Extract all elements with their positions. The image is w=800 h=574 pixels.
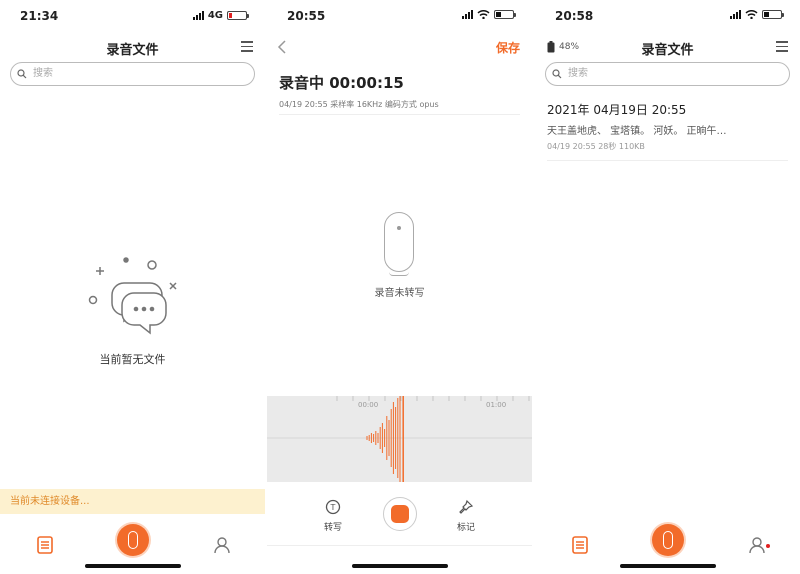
menu-icon[interactable] [776, 41, 788, 52]
profile-tab-icon[interactable] [748, 536, 766, 554]
signal-icon [192, 11, 204, 20]
file-meta: 04/19 20:55 28秒 110KB [547, 142, 645, 151]
svg-text:T: T [330, 503, 336, 512]
back-icon[interactable] [277, 40, 287, 54]
pin-icon [459, 499, 474, 514]
page-title: 录音文件 [106, 43, 159, 58]
page-title: 录音文件 [641, 43, 694, 58]
device-disconnected-banner[interactable]: 当前未连接设备... [0, 489, 265, 514]
status-bar: 20:55 [267, 8, 532, 26]
status-time: 20:58 [555, 9, 594, 23]
status-bar: 20:58 [535, 8, 800, 26]
home-indicator [619, 564, 716, 568]
record-tab-button[interactable] [651, 524, 684, 556]
file-title: 2021年 04月19日 20:55 [547, 103, 687, 117]
timeline-label-end: 01:00 [486, 401, 507, 409]
mark-button[interactable]: 标记 [451, 499, 481, 533]
transcription-status: 录音未转写 [374, 288, 425, 299]
profile-tab-icon[interactable] [213, 536, 231, 554]
home-indicator [84, 564, 181, 568]
recording-title: 录音中 00:00:15 [279, 74, 404, 92]
status-time: 21:34 [20, 9, 59, 23]
stop-icon [390, 505, 409, 523]
divider [279, 114, 520, 115]
recording-meta: 04/19 20:55 采样率 16KHz 编码方式 opus [279, 100, 439, 109]
nav-bar: 录音文件 [535, 36, 800, 58]
search-icon [17, 69, 27, 79]
battery-icon [227, 11, 249, 20]
mic-icon [662, 531, 673, 549]
nav-bar: 录音文件 [0, 36, 265, 58]
screen-empty-files: 21:34 4G 录音文件 搜索 当前暂无文件 当前未连接设备... [0, 0, 265, 574]
search-placeholder: 搜索 [568, 68, 588, 79]
recorder-device-icon [384, 212, 414, 272]
network-label: 4G [207, 10, 223, 21]
files-tab-icon[interactable] [37, 536, 53, 554]
recording-controls: T 转写 标记 [267, 497, 532, 537]
battery-icon [762, 10, 784, 19]
screen-recording: 20:55 保存 录音中 00:00:15 04/19 20:55 采样率 16… [267, 0, 532, 574]
home-indicator [351, 564, 448, 568]
menu-icon[interactable] [241, 41, 253, 52]
battery-icon [494, 10, 516, 19]
search-placeholder: 搜索 [33, 68, 53, 79]
mic-icon [127, 531, 138, 549]
wifi-icon [745, 10, 758, 19]
files-tab-icon[interactable] [572, 536, 588, 554]
empty-chat-illustration [88, 257, 177, 335]
search-input[interactable]: 搜索 [10, 62, 255, 86]
search-icon [552, 69, 562, 79]
transcribe-label: 转写 [323, 523, 342, 533]
divider [267, 545, 532, 546]
divider [547, 160, 788, 161]
search-input[interactable]: 搜索 [545, 62, 790, 86]
signal-icon [730, 10, 741, 19]
mark-label: 标记 [456, 523, 475, 533]
transcribe-button[interactable]: T 转写 [318, 499, 348, 533]
file-snippet: 天王盖地虎、 宝塔镇。 河妖。 正晌午… [547, 126, 727, 137]
screen-file-list: 20:58 48% 录音文件 搜索 2021年 04月19日 20:55 天王盖… [535, 0, 800, 574]
save-button[interactable]: 保存 [496, 39, 520, 56]
record-tab-button[interactable] [116, 524, 149, 556]
status-time: 20:55 [287, 9, 326, 23]
waveform-panel[interactable]: 00:00 01:00 [267, 396, 532, 482]
status-bar: 21:34 4G [0, 8, 265, 26]
tab-bar [0, 512, 265, 574]
recorder-device-base [389, 272, 409, 276]
signal-icon [462, 10, 473, 19]
wifi-icon [477, 10, 490, 19]
empty-state-text: 当前暂无文件 [99, 353, 166, 366]
tab-bar [535, 512, 800, 574]
stop-record-button[interactable] [382, 497, 417, 531]
notification-dot [766, 544, 770, 548]
transcribe-icon: T [325, 499, 341, 515]
timeline-label-start: 00:00 [358, 401, 379, 409]
